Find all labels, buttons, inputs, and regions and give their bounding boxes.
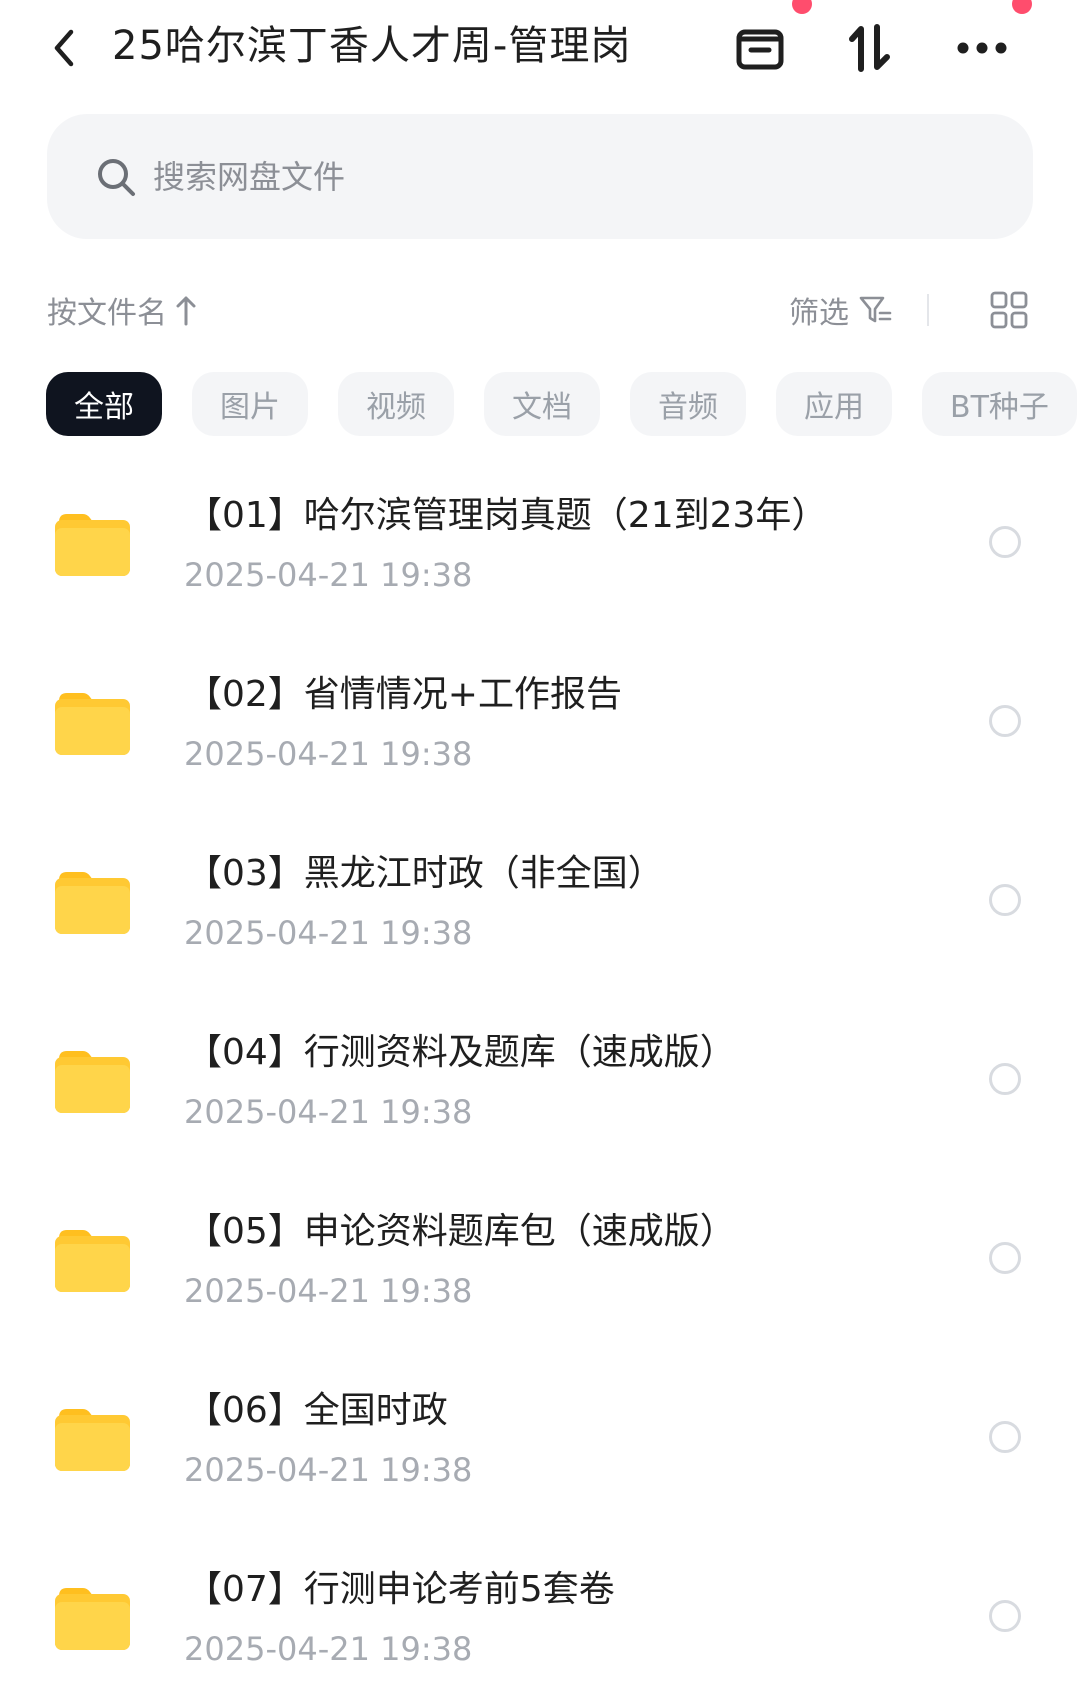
select-checkbox[interactable]: [989, 705, 1021, 737]
category-tabs: 全部 图片 视频 文档 音频 应用 BT种子: [46, 372, 1080, 436]
list-item[interactable]: 【02】省情情况+工作报告 2025-04-21 19:38: [0, 634, 1080, 813]
file-date: 2025-04-21 19:38: [184, 1272, 473, 1310]
sort-filter-bar: 按文件名 筛选: [47, 282, 1033, 338]
select-checkbox[interactable]: [989, 1242, 1021, 1274]
file-name: 【02】省情情况+工作报告: [186, 674, 622, 715]
file-browser-screen: 25哈尔滨丁香人才周-管理岗 搜索网盘文件 按文件名 筛选 全部 图片 视频 文…: [0, 0, 1080, 1687]
file-date: 2025-04-21 19:38: [184, 556, 473, 594]
tab-bt-torrents[interactable]: BT种子: [922, 372, 1077, 436]
file-date: 2025-04-21 19:38: [184, 914, 473, 952]
grid-view-button[interactable]: [985, 286, 1033, 334]
folder-icon: [55, 1588, 130, 1650]
sort-label: 按文件名: [47, 296, 167, 331]
file-name: 【07】行测申论考前5套卷: [186, 1569, 615, 1610]
calendar-icon: [736, 29, 784, 70]
folder-icon: [55, 1230, 130, 1292]
notification-badge: [792, 0, 812, 14]
file-date: 2025-04-21 19:38: [184, 1451, 473, 1489]
back-arrow-icon: [54, 29, 74, 67]
transfer-sort-button[interactable]: [834, 14, 906, 82]
tab-videos[interactable]: 视频: [338, 372, 454, 436]
list-item[interactable]: 【04】行测资料及题库（速成版） 2025-04-21 19:38: [0, 992, 1080, 1171]
select-checkbox[interactable]: [989, 1421, 1021, 1453]
list-item[interactable]: 【01】哈尔滨管理岗真题（21到23年） 2025-04-21 19:38: [0, 455, 1080, 634]
search-bar[interactable]: [47, 114, 1033, 239]
tab-images[interactable]: 图片: [192, 372, 308, 436]
folder-icon: [55, 1409, 130, 1471]
file-name: 【05】申论资料题库包（速成版）: [186, 1211, 736, 1252]
file-date: 2025-04-21 19:38: [184, 1093, 473, 1131]
divider: [927, 294, 929, 326]
list-item[interactable]: 【05】申论资料题库包（速成版） 2025-04-21 19:38: [0, 1171, 1080, 1350]
page-title: 25哈尔滨丁香人才周-管理岗: [112, 23, 632, 69]
file-name: 【03】黑龙江时政（非全国）: [186, 853, 664, 894]
list-item[interactable]: 【07】行测申论考前5套卷 2025-04-21 19:38: [0, 1529, 1080, 1687]
search-icon: [98, 158, 135, 196]
list-item[interactable]: 【06】全国时政 2025-04-21 19:38: [0, 1350, 1080, 1529]
grid-view-icon: [990, 291, 1028, 329]
sort-arrows-icon: [849, 24, 890, 72]
tab-documents[interactable]: 文档: [484, 372, 600, 436]
sort-by-name-button[interactable]: 按文件名: [47, 282, 197, 338]
folder-icon: [55, 514, 130, 576]
file-name: 【04】行测资料及题库（速成版）: [186, 1032, 736, 1073]
filter-icon: [859, 296, 892, 323]
more-horizontal-icon: [957, 42, 1007, 54]
folder-icon: [55, 693, 130, 755]
file-name: 【06】全国时政: [186, 1390, 448, 1431]
arrow-up-icon: [176, 296, 196, 326]
select-checkbox[interactable]: [989, 1600, 1021, 1632]
tab-apps[interactable]: 应用: [776, 372, 892, 436]
tab-all[interactable]: 全部: [46, 372, 162, 436]
notification-badge: [1012, 0, 1032, 14]
select-checkbox[interactable]: [989, 884, 1021, 916]
list-item[interactable]: 【03】黑龙江时政（非全国） 2025-04-21 19:38: [0, 813, 1080, 992]
back-button[interactable]: [40, 18, 88, 78]
folder-icon: [55, 1051, 130, 1113]
select-checkbox[interactable]: [989, 1063, 1021, 1095]
calendar-button[interactable]: [724, 14, 796, 82]
top-bar: 25哈尔滨丁香人才周-管理岗: [0, 0, 1080, 96]
filter-label: 筛选: [789, 296, 849, 331]
file-list: 【01】哈尔滨管理岗真题（21到23年） 2025-04-21 19:38 【0…: [0, 455, 1080, 1687]
file-name: 【01】哈尔滨管理岗真题（21到23年）: [186, 495, 828, 536]
file-date: 2025-04-21 19:38: [184, 735, 473, 773]
more-button[interactable]: [946, 14, 1018, 82]
search-input[interactable]: [153, 157, 953, 196]
tab-audio[interactable]: 音频: [630, 372, 746, 436]
folder-icon: [55, 872, 130, 934]
file-date: 2025-04-21 19:38: [184, 1630, 473, 1668]
filter-button[interactable]: 筛选: [789, 282, 893, 338]
select-checkbox[interactable]: [989, 526, 1021, 558]
